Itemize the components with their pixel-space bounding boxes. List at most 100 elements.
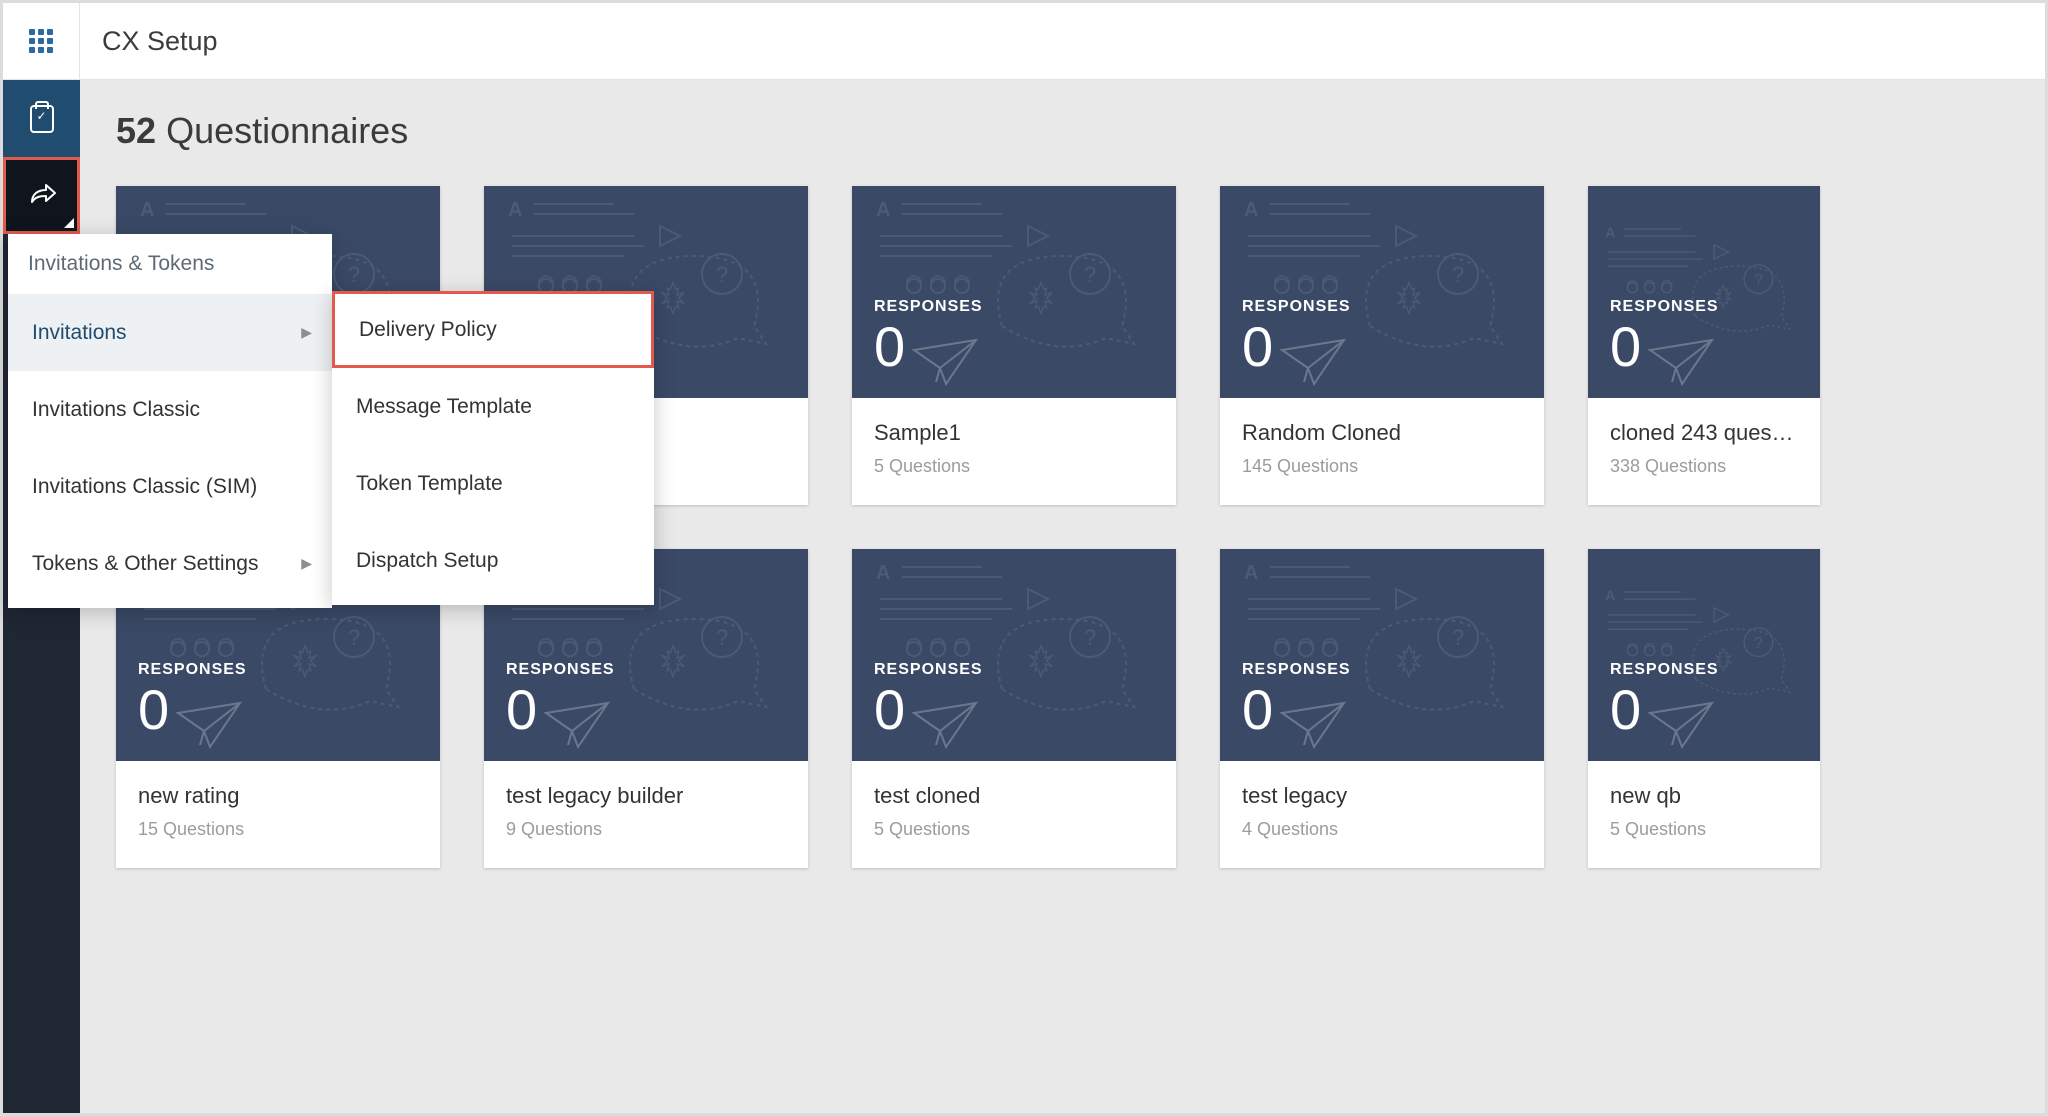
responses-value: 0	[874, 677, 905, 742]
card-header: A ? RESPONSES0	[852, 186, 1176, 398]
svg-text:?: ?	[716, 625, 728, 650]
paper-plane-icon	[912, 701, 982, 751]
apps-grid-icon	[29, 29, 53, 53]
svg-text:?: ?	[348, 262, 360, 287]
flyout-item-invitations-classic[interactable]: Invitations Classic	[8, 371, 332, 448]
responses-value: 0	[138, 677, 169, 742]
nav-questionnaires[interactable]	[3, 80, 80, 157]
flyout-item-tokens-other-settings[interactable]: Tokens & Other Settings ▶	[8, 525, 332, 602]
submenu-indicator-icon	[64, 218, 74, 228]
paper-plane-icon	[1648, 338, 1718, 388]
nav-invitations-tokens[interactable]	[3, 157, 80, 234]
card-body: Sample1 5 Questions	[852, 398, 1176, 505]
submenu-item-token-template[interactable]: Token Template	[332, 445, 654, 522]
submenu-item-label: Dispatch Setup	[356, 549, 498, 573]
svg-text:A: A	[1605, 226, 1615, 242]
responses-value: 0	[874, 314, 905, 379]
clipboard-check-icon	[30, 105, 54, 133]
question-count: 5 Questions	[1610, 819, 1798, 840]
questionnaire-card[interactable]: A ? RESPONSES0 Sample1 5 Questions	[852, 186, 1176, 505]
svg-text:?: ?	[1754, 635, 1763, 652]
card-body: new rating 15 Questions	[116, 761, 440, 868]
svg-text:?: ?	[1084, 625, 1096, 650]
questionnaire-name: Sample1	[874, 420, 1154, 446]
svg-text:?: ?	[1452, 262, 1464, 287]
questionnaire-count: 52	[116, 110, 156, 151]
paper-plane-icon	[912, 338, 982, 388]
page-title: 52 Questionnaires	[116, 110, 2009, 152]
submenu-item-dispatch-setup[interactable]: Dispatch Setup	[332, 522, 654, 599]
card-header: A ? RESPONSES0	[1220, 549, 1544, 761]
svg-text:A: A	[876, 562, 890, 584]
submenu-item-label: Message Template	[356, 395, 532, 419]
svg-text:A: A	[1605, 589, 1615, 605]
page-title-text: Questionnaires	[166, 110, 408, 151]
share-arrow-icon	[28, 184, 56, 208]
card-header: A ? RESPONSES0	[852, 549, 1176, 761]
app-frame: CX Setup 52 Questionnaires A ? RESPONSES	[0, 0, 2048, 1116]
apps-launcher-button[interactable]	[3, 3, 80, 80]
question-count: 4 Questions	[1242, 819, 1522, 840]
card-body: test legacy builder 9 Questions	[484, 761, 808, 868]
svg-text:?: ?	[716, 262, 728, 287]
svg-text:A: A	[876, 199, 890, 221]
flyout-invitations-tokens: Invitations & Tokens Invitations▶Invitat…	[8, 234, 332, 608]
question-count: 15 Questions	[138, 819, 418, 840]
questionnaire-name: new rating	[138, 783, 418, 809]
submenu-item-message-template[interactable]: Message Template	[332, 368, 654, 445]
svg-text:?: ?	[1452, 625, 1464, 650]
paper-plane-icon	[1280, 701, 1350, 751]
responses-value: 0	[506, 677, 537, 742]
svg-text:A: A	[1244, 199, 1258, 221]
card-body: test cloned5 Questions	[852, 761, 1176, 868]
flyout-header: Invitations & Tokens	[8, 234, 332, 294]
svg-text:A: A	[508, 199, 522, 221]
questionnaire-name: new qb	[1610, 783, 1798, 809]
svg-text:?: ?	[1084, 262, 1096, 287]
flyout-item-label: Invitations Classic	[32, 398, 200, 422]
flyout-item-label: Invitations Classic (SIM)	[32, 475, 257, 499]
svg-text:A: A	[140, 199, 154, 221]
responses-value: 0	[1610, 314, 1641, 379]
responses-value: 0	[1610, 677, 1641, 742]
card-header: A ? RESPONSES0	[1588, 549, 1820, 761]
responses-value: 0	[1242, 677, 1273, 742]
page-app-title: CX Setup	[102, 26, 218, 57]
submenu-item-label: Token Template	[356, 472, 503, 496]
questionnaire-card[interactable]: A ? RESPONSES0 new qb 5 Questions	[1588, 549, 1820, 868]
question-count: 9 Questions	[506, 819, 786, 840]
card-body: new qb 5 Questions	[1588, 761, 1820, 868]
chevron-right-icon: ▶	[301, 555, 312, 572]
questionnaire-name: test legacy	[1242, 783, 1522, 809]
svg-text:A: A	[1244, 562, 1258, 584]
responses-value: 0	[1242, 314, 1273, 379]
svg-text:?: ?	[1754, 272, 1763, 289]
questionnaire-name: test cloned	[874, 783, 1154, 809]
card-header: A ? RESPONSES0	[1588, 186, 1820, 398]
questionnaire-card[interactable]: A ? RESPONSES0 Random Cloned 145 Questions	[1220, 186, 1544, 505]
question-count: 338 Questions	[1610, 456, 1798, 477]
questionnaire-card[interactable]: A ? RESPONSES0 cloned 243 question 338 Que…	[1588, 186, 1820, 505]
submenu-item-delivery-policy[interactable]: Delivery Policy	[332, 291, 654, 368]
question-count: 145 Questions	[1242, 456, 1522, 477]
questionnaire-name: cloned 243 question	[1610, 420, 1798, 446]
flyout-item-invitations[interactable]: Invitations ▶	[8, 294, 332, 371]
flyout-item-label: Tokens & Other Settings	[32, 552, 258, 576]
chevron-right-icon: ▶	[301, 324, 312, 341]
card-body: test legacy 4 Questions	[1220, 761, 1544, 868]
card-header: A ? RESPONSES0	[1220, 186, 1544, 398]
svg-text:?: ?	[348, 625, 360, 650]
questionnaire-name: Random Cloned	[1242, 420, 1522, 446]
questionnaire-card[interactable]: A ? RESPONSES0test cloned5 Questions	[852, 549, 1176, 868]
card-body: Random Cloned 145 Questions	[1220, 398, 1544, 505]
paper-plane-icon	[176, 701, 246, 751]
question-count: 5 Questions	[874, 456, 1154, 477]
questionnaire-card[interactable]: A ? RESPONSES0 test legacy 4 Questions	[1220, 549, 1544, 868]
flyout-item-invitations-classic-sim-[interactable]: Invitations Classic (SIM)	[8, 448, 332, 525]
questionnaire-name: test legacy builder	[506, 783, 786, 809]
flyout-item-label: Invitations	[32, 321, 127, 345]
paper-plane-icon	[1648, 701, 1718, 751]
submenu-item-label: Delivery Policy	[359, 318, 497, 342]
card-body: cloned 243 question 338 Questions	[1588, 398, 1820, 505]
topbar: CX Setup	[3, 3, 2045, 80]
